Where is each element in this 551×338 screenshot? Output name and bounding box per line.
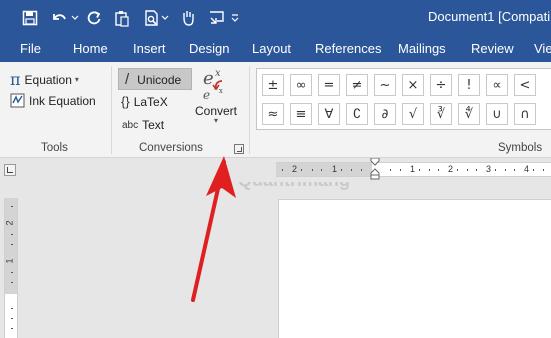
tab-home[interactable]: Home xyxy=(73,41,108,56)
tab-references[interactable]: References xyxy=(315,41,381,56)
text-button[interactable]: abc Text xyxy=(122,118,164,132)
undo-icon[interactable] xyxy=(48,7,70,29)
conversions-group-label: Conversions xyxy=(139,142,203,154)
group-divider xyxy=(249,66,250,154)
symbol-plus-minus[interactable]: ± xyxy=(262,74,284,96)
symbol-intersection[interactable]: ∩ xyxy=(514,103,536,125)
symbol-tilde[interactable]: ~ xyxy=(374,74,396,96)
svg-text:x: x xyxy=(215,68,221,79)
symbol-identical[interactable]: ≡ xyxy=(290,103,312,125)
tab-selector[interactable] xyxy=(4,164,16,176)
unicode-button-content: / Unicode xyxy=(125,71,181,88)
tab-mailings[interactable]: Mailings xyxy=(398,41,446,56)
symbol-not-equal[interactable]: ≠ xyxy=(346,74,368,96)
ruler-row: 2 1 1 2 3 4 5 xyxy=(0,158,551,182)
symbol-sqrt[interactable]: √ xyxy=(402,103,424,125)
symbol-almost-equal[interactable]: ≈ xyxy=(262,103,284,125)
latex-label: LaTeX xyxy=(133,94,168,109)
vertical-ruler[interactable]: 2 1 xyxy=(4,198,18,338)
document-page[interactable] xyxy=(278,199,551,338)
symbol-complement[interactable]: ∁ xyxy=(346,103,368,125)
tab-review[interactable]: Review xyxy=(471,41,514,56)
tab-file[interactable]: File xyxy=(20,41,41,56)
svg-text:e: e xyxy=(203,68,214,89)
tab-insert[interactable]: Insert xyxy=(133,41,166,56)
indent-marker-icon[interactable] xyxy=(370,158,380,180)
ruler-ticks xyxy=(11,206,13,329)
clipboard-icon[interactable] xyxy=(112,7,132,29)
symbol-for-all[interactable]: ∀ xyxy=(318,103,340,125)
abc-icon: abc xyxy=(122,119,139,131)
symbols-gallery: ± ∞ = ≠ ~ × ÷ ! ∝ < ≈ ≡ ∀ ∁ ∂ √ ∛ ∜ ∪ ∩ xyxy=(256,68,551,130)
braces-icon: {} xyxy=(121,94,130,109)
symbol-partial[interactable]: ∂ xyxy=(374,103,396,125)
symbol-proportional[interactable]: ∝ xyxy=(486,74,508,96)
horizontal-ruler[interactable]: 2 1 1 2 3 4 5 xyxy=(276,158,551,180)
slash-icon: / xyxy=(125,71,130,88)
symbol-infinity[interactable]: ∞ xyxy=(290,74,312,96)
ribbon-tabs: File Home Insert Design Layout Reference… xyxy=(0,36,551,62)
svg-text:e: e xyxy=(203,88,210,102)
symbol-less-than[interactable]: < xyxy=(514,74,536,96)
symbol-times[interactable]: × xyxy=(402,74,424,96)
customize-qat-icon[interactable] xyxy=(230,7,240,29)
tab-design[interactable]: Design xyxy=(189,41,229,56)
save-icon[interactable] xyxy=(20,7,40,29)
print-preview-dropdown-icon[interactable] xyxy=(160,7,170,29)
symbol-union[interactable]: ∪ xyxy=(486,103,508,125)
latex-button[interactable]: {} LaTeX xyxy=(121,94,168,109)
tools-group-label: Tools xyxy=(41,142,68,154)
equation-label: Equation xyxy=(24,72,72,87)
document-title: Document1 [Compatib xyxy=(428,9,551,24)
tab-view[interactable]: Vie xyxy=(534,41,551,56)
pi-icon: π xyxy=(10,70,21,89)
chevron-down-icon: ▾ xyxy=(74,75,79,84)
ruler-ticks xyxy=(282,169,544,171)
symbol-fourth-root[interactable]: ∜ xyxy=(458,103,480,125)
group-divider xyxy=(111,66,112,154)
touch-mode-icon[interactable] xyxy=(178,7,198,29)
svg-text:^x: ^x xyxy=(213,87,223,95)
convert-icon: e x e ^x xyxy=(200,67,232,106)
convert-button[interactable]: e x e ^x Convert ▾ xyxy=(195,67,237,125)
redo-icon[interactable] xyxy=(84,7,104,29)
title-bar: Document1 [Compatib xyxy=(0,0,551,36)
text-label: Text xyxy=(142,118,165,132)
symbol-equals[interactable]: = xyxy=(318,74,340,96)
ink-equation-label: Ink Equation xyxy=(29,93,96,108)
equation-button[interactable]: π Equation ▾ xyxy=(10,70,79,89)
ink-equation-button[interactable]: Ink Equation xyxy=(10,93,96,108)
unicode-label: Unicode xyxy=(137,72,182,87)
print-preview-icon[interactable] xyxy=(142,7,162,29)
symbol-cube-root[interactable]: ∛ xyxy=(430,103,452,125)
ribbon: π Equation ▾ Ink Equation Tools / Unicod… xyxy=(0,62,551,190)
chevron-down-icon: ▾ xyxy=(213,116,218,125)
symbol-factorial[interactable]: ! xyxy=(458,74,480,96)
present-icon[interactable] xyxy=(206,7,228,29)
conversions-dialog-launcher[interactable] xyxy=(234,144,244,154)
symbol-divide[interactable]: ÷ xyxy=(430,74,452,96)
undo-dropdown-icon[interactable] xyxy=(70,7,80,29)
tab-layout[interactable]: Layout xyxy=(252,41,291,56)
symbols-group-label: Symbols xyxy=(498,142,543,154)
ink-equation-icon xyxy=(10,93,25,108)
